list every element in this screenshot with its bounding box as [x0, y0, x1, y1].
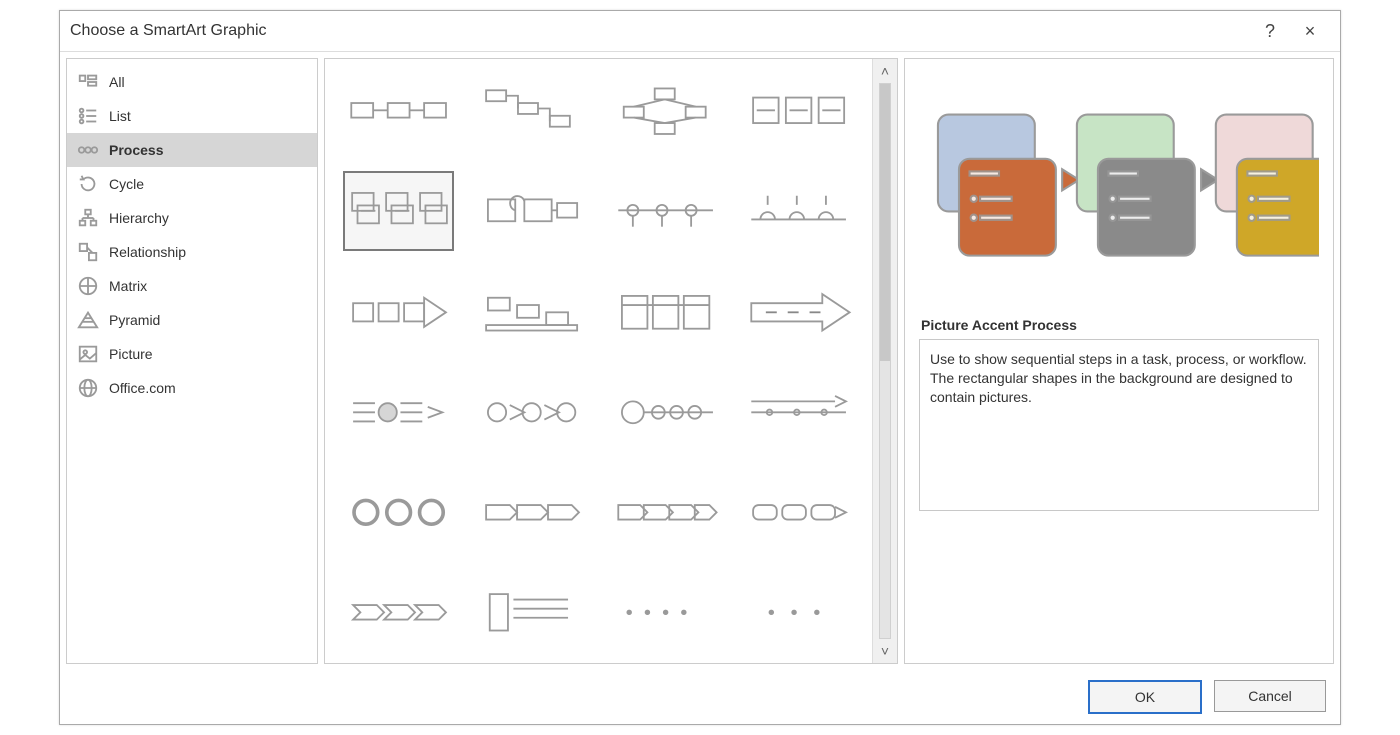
layout-chevron-process[interactable]: [343, 273, 454, 351]
category-all[interactable]: All: [67, 65, 317, 99]
cycle-icon: [77, 173, 99, 195]
layout-circle-timeline[interactable]: [610, 373, 721, 451]
category-label: Hierarchy: [109, 210, 169, 226]
preview-description: Use to show sequential steps in a task, …: [919, 339, 1319, 511]
layout-dotted-process-1[interactable]: [610, 573, 721, 651]
category-hierarchy[interactable]: Hierarchy: [67, 201, 317, 235]
layout-detailed-process[interactable]: [476, 171, 587, 249]
category-label: Office.com: [109, 380, 176, 396]
category-label: Process: [109, 142, 163, 158]
category-label: Cycle: [109, 176, 144, 192]
pyramid-icon: [77, 309, 99, 331]
preview-image: [919, 73, 1319, 303]
scroll-handle[interactable]: [880, 84, 890, 361]
category-label: Pyramid: [109, 312, 160, 328]
layout-thumbs: [325, 59, 872, 663]
layout-segmented-chevron[interactable]: [610, 473, 721, 551]
preview-pane: Picture Accent Process Use to show seque…: [904, 58, 1334, 664]
layout-step-down-process[interactable]: [476, 71, 587, 149]
picture-icon: [77, 343, 99, 365]
layout-closed-chevron[interactable]: [343, 573, 454, 651]
category-sidebar: All List Process Cycle Hierarchy Relatio…: [66, 58, 318, 664]
gallery-scrollbar[interactable]: ˄ ˅: [872, 59, 897, 663]
category-label: Matrix: [109, 278, 147, 294]
category-label: List: [109, 108, 131, 124]
close-button[interactable]: ×: [1290, 17, 1330, 45]
layout-picture-strip-process[interactable]: [743, 71, 854, 149]
cancel-button[interactable]: Cancel: [1214, 680, 1326, 712]
layout-tabbed-process[interactable]: [610, 273, 721, 351]
matrix-icon: [77, 275, 99, 297]
category-label: Relationship: [109, 244, 186, 260]
category-cycle[interactable]: Cycle: [67, 167, 317, 201]
scroll-down-icon[interactable]: ˅: [881, 643, 889, 659]
category-picture[interactable]: Picture: [67, 337, 317, 371]
dialog-title: Choose a SmartArt Graphic: [70, 22, 1250, 40]
category-pyramid[interactable]: Pyramid: [67, 303, 317, 337]
layout-pill-chevron[interactable]: [476, 473, 587, 551]
layout-basic-timeline[interactable]: [743, 373, 854, 451]
category-label: All: [109, 74, 125, 90]
layout-basic-process[interactable]: [343, 71, 454, 149]
category-officecom[interactable]: Office.com: [67, 371, 317, 405]
hierarchy-icon: [77, 207, 99, 229]
category-list[interactable]: List: [67, 99, 317, 133]
layout-process-arrows[interactable]: [343, 373, 454, 451]
dialog-footer: OK Cancel: [60, 670, 1340, 724]
category-relationship[interactable]: Relationship: [67, 235, 317, 269]
category-process[interactable]: Process: [67, 133, 317, 167]
process-icon: [77, 139, 99, 161]
category-matrix[interactable]: Matrix: [67, 269, 317, 303]
category-label: Picture: [109, 346, 153, 362]
titlebar: Choose a SmartArt Graphic ? ×: [60, 11, 1340, 52]
list-icon: [77, 105, 99, 127]
layout-circle-accent-timeline[interactable]: [610, 171, 721, 249]
layout-circle-process[interactable]: [343, 473, 454, 551]
dialog-body: All List Process Cycle Hierarchy Relatio…: [60, 52, 1340, 670]
layout-dotted-process-2[interactable]: [743, 573, 854, 651]
globe-icon: [77, 377, 99, 399]
layout-continuous-arrow-process[interactable]: [743, 273, 854, 351]
relationship-icon: [77, 241, 99, 263]
help-button[interactable]: ?: [1250, 17, 1290, 45]
layout-sub-step-process[interactable]: [476, 273, 587, 351]
layout-gallery: ˄ ˅: [324, 58, 898, 664]
layout-alternating-flow[interactable]: [610, 71, 721, 149]
layout-half-circle-timeline[interactable]: [743, 171, 854, 249]
preview-title: Picture Accent Process: [921, 317, 1317, 333]
smartart-dialog: Choose a SmartArt Graphic ? × All List P…: [59, 10, 1341, 725]
layout-vertical-list-process[interactable]: [476, 573, 587, 651]
layout-picture-accent-process[interactable]: [343, 171, 454, 251]
scroll-up-icon[interactable]: ˄: [881, 63, 889, 79]
scroll-track[interactable]: [879, 83, 891, 639]
layout-segmented-process[interactable]: [743, 473, 854, 551]
ok-button[interactable]: OK: [1088, 680, 1202, 714]
layout-chevron-list[interactable]: [476, 373, 587, 451]
all-icon: [77, 71, 99, 93]
